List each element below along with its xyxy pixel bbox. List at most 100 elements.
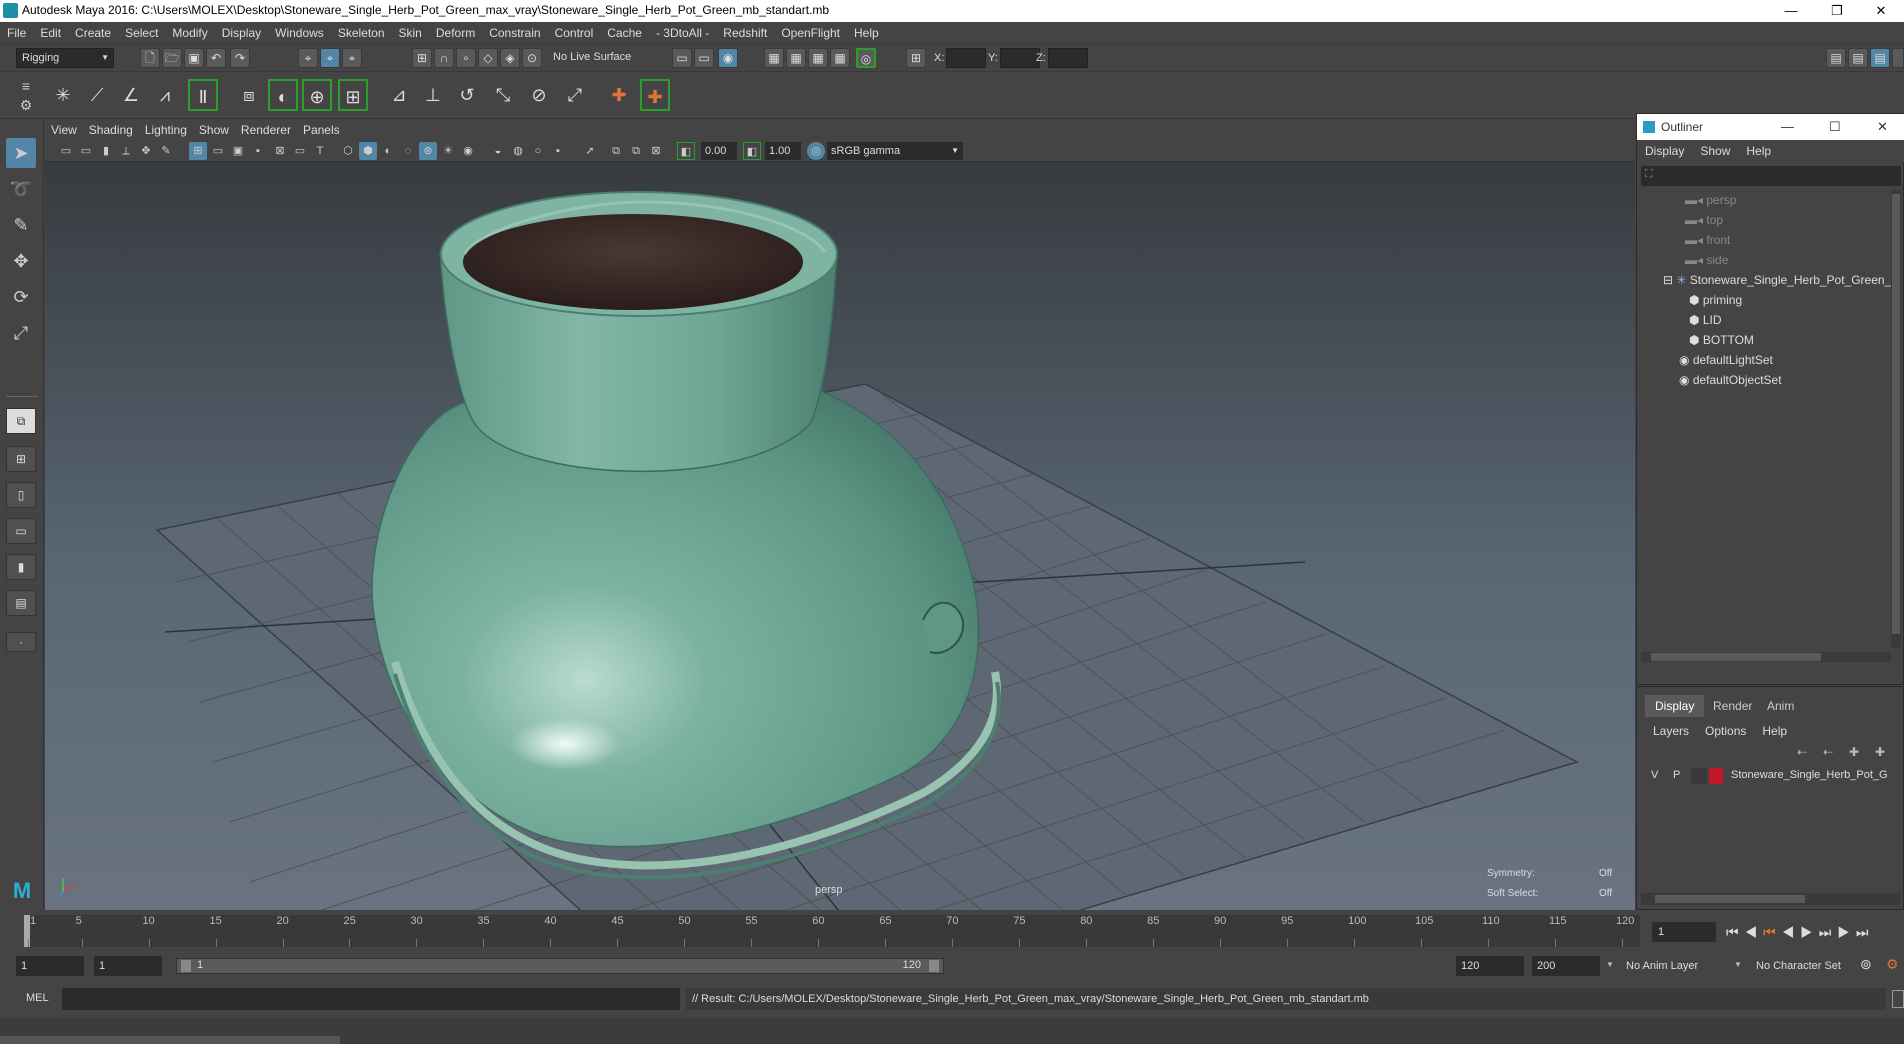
orient-constraint-icon[interactable]: ⊥: [418, 79, 448, 111]
lasso-tool-icon[interactable]: ➰: [6, 174, 36, 204]
pole-vector-icon[interactable]: ⤢: [560, 79, 590, 111]
layer-color-swatch[interactable]: [1709, 768, 1723, 784]
go-to-end-icon[interactable]: ⏭: [1856, 924, 1875, 940]
persp-hypershade-layout-icon[interactable]: ▮: [6, 554, 36, 580]
time-slider-track[interactable]: 1 5 10 15 20 25 30 35 40 45 50 55 60 65 70 75 80 85 90 95 10…: [24, 915, 1640, 947]
bookmark-icon[interactable]: ▮: [97, 142, 115, 160]
tab-anim[interactable]: Anim: [1757, 695, 1804, 717]
layer-menu-layers[interactable]: Layers: [1637, 721, 1697, 741]
start-time-field[interactable]: 1: [16, 956, 84, 976]
layer-horizontal-scrollbar[interactable]: [1641, 893, 1901, 905]
tab-display[interactable]: Display: [1645, 695, 1705, 717]
gate-mask-icon[interactable]: ▪: [249, 142, 267, 160]
render-settings-icon[interactable]: ▦: [808, 48, 828, 68]
playback-end-field[interactable]: 120: [1456, 956, 1524, 976]
shadows-icon[interactable]: ◒: [489, 142, 507, 160]
menu-windows[interactable]: Windows: [268, 22, 331, 44]
smooth-shade-icon[interactable]: ⬢: [359, 142, 377, 160]
textured-icon[interactable]: ☀: [439, 142, 457, 160]
menu-display[interactable]: Display: [215, 22, 268, 44]
auto-key-icon[interactable]: ⊚: [1860, 956, 1872, 973]
scrollbar-thumb[interactable]: [1651, 653, 1821, 661]
field-chart-icon[interactable]: ⊠: [271, 142, 289, 160]
gamma-icon[interactable]: ◧: [743, 142, 761, 160]
panel-menu-shading[interactable]: Shading: [83, 120, 139, 140]
screen-space-ao-icon[interactable]: ◍: [509, 142, 527, 160]
scrollbar-thumb[interactable]: [1655, 895, 1805, 903]
grid-icon[interactable]: ⊞: [189, 142, 207, 160]
menu-create[interactable]: Create: [68, 22, 118, 44]
snap-point-icon[interactable]: ∘: [456, 48, 476, 68]
channel-box-icon[interactable]: ▤: [1870, 48, 1890, 68]
step-back-key-icon[interactable]: ⏮: [1763, 924, 1782, 940]
close-button[interactable]: ✕: [1858, 0, 1904, 22]
new-layer-icon[interactable]: ✚: [1849, 745, 1859, 759]
snap-curve-icon[interactable]: ∩: [434, 48, 454, 68]
play-backwards-icon[interactable]: ◀: [1782, 924, 1801, 940]
go-to-start-icon[interactable]: ⏮: [1726, 924, 1745, 940]
motion-blur-icon[interactable]: ○: [529, 142, 547, 160]
outliner-item-priming[interactable]: ⬢ priming: [1641, 290, 1891, 310]
isolate-select-icon[interactable]: ➚: [581, 142, 599, 160]
step-back-frame-icon[interactable]: ◀: [1745, 924, 1764, 940]
flat-shade-icon[interactable]: ◐: [379, 142, 397, 160]
outliner-item-front[interactable]: ▬◂ front: [1641, 230, 1891, 250]
attribute-editor-icon[interactable]: ▤: [1848, 48, 1868, 68]
outliner-close-button[interactable]: ✕: [1877, 114, 1888, 140]
camera-attributes-icon[interactable]: ▭: [77, 142, 95, 160]
aim-constraint-icon[interactable]: ↺: [452, 79, 482, 111]
scale-constraint-icon[interactable]: ⤡: [488, 79, 518, 111]
chevron-down-icon[interactable]: ▼: [1734, 960, 1742, 969]
outliner-item-default-object-set[interactable]: ◉ defaultObjectSet: [1641, 370, 1891, 390]
x-field[interactable]: [946, 48, 986, 68]
image-plane-icon[interactable]: ⟂: [117, 142, 135, 160]
grease-pencil-icon[interactable]: ✎: [157, 142, 175, 160]
custom-layout-icon[interactable]: ▤: [6, 590, 36, 616]
outliner-horizontal-scrollbar[interactable]: [1641, 652, 1891, 662]
four-view-layout-icon[interactable]: ⊞: [6, 446, 36, 472]
end-time-field[interactable]: 200: [1532, 956, 1600, 976]
chevron-down-icon[interactable]: ▼: [1606, 960, 1614, 969]
preferences-icon[interactable]: ⚙: [1886, 956, 1899, 973]
film-gate-icon[interactable]: ▭: [209, 142, 227, 160]
menu-select[interactable]: Select: [118, 22, 165, 44]
cv-curve-icon[interactable]: ✚: [640, 79, 670, 111]
layer-playback-toggle[interactable]: P: [1673, 769, 1680, 781]
construction-history-icon[interactable]: ▭: [694, 48, 714, 68]
collapse-icon[interactable]: ⊟: [1663, 273, 1676, 287]
hypershade-icon[interactable]: ▦: [830, 48, 850, 68]
joint-tool-icon[interactable]: ✳: [48, 79, 78, 111]
z-field[interactable]: [1048, 48, 1088, 68]
move-tool-icon[interactable]: ✥: [6, 246, 36, 276]
outliner-item-default-light-set[interactable]: ◉ defaultLightSet: [1641, 350, 1891, 370]
outliner-maximize-button[interactable]: ☐: [1829, 114, 1841, 140]
menu-constrain[interactable]: Constrain: [482, 22, 547, 44]
step-forward-frame-icon[interactable]: ▶: [1837, 924, 1856, 940]
input-ops-icon[interactable]: ▭: [672, 48, 692, 68]
panel-menu-panels[interactable]: Panels: [297, 120, 346, 140]
panel-menu-lighting[interactable]: Lighting: [139, 120, 193, 140]
point-constraint-icon[interactable]: ⊿: [384, 79, 414, 111]
anti-aliasing-icon[interactable]: ▪: [549, 142, 567, 160]
menu-file[interactable]: File: [0, 22, 33, 44]
layer-display-type[interactable]: [1691, 768, 1707, 784]
outliner-item-persp[interactable]: ▬◂ persp: [1641, 190, 1891, 210]
outliner-item-side[interactable]: ▬◂ side: [1641, 250, 1891, 270]
menu-modify[interactable]: Modify: [165, 22, 214, 44]
panel-menu-view[interactable]: View: [45, 120, 83, 140]
exposure-icon[interactable]: ◧: [677, 142, 695, 160]
persp-graph-layout-icon[interactable]: ▭: [6, 518, 36, 544]
two-d-pan-icon[interactable]: ✥: [137, 142, 155, 160]
smooth-bind-icon[interactable]: ◐: [268, 79, 298, 111]
menu-edit[interactable]: Edit: [33, 22, 68, 44]
outliner-vertical-scrollbar[interactable]: [1891, 190, 1901, 648]
undo-icon[interactable]: ↶: [206, 48, 226, 68]
menu-3dtoall[interactable]: - 3DtoAll -: [649, 22, 716, 44]
safe-title-icon[interactable]: T: [311, 142, 329, 160]
snap-live-icon[interactable]: ⊙: [522, 48, 542, 68]
y-field[interactable]: [1000, 48, 1040, 68]
outliner-item-bottom[interactable]: ⬢ BOTTOM: [1641, 330, 1891, 350]
menu-help[interactable]: Help: [847, 22, 886, 44]
layer-menu-options[interactable]: Options: [1697, 721, 1754, 741]
paint-select-icon[interactable]: ✎: [6, 210, 36, 240]
